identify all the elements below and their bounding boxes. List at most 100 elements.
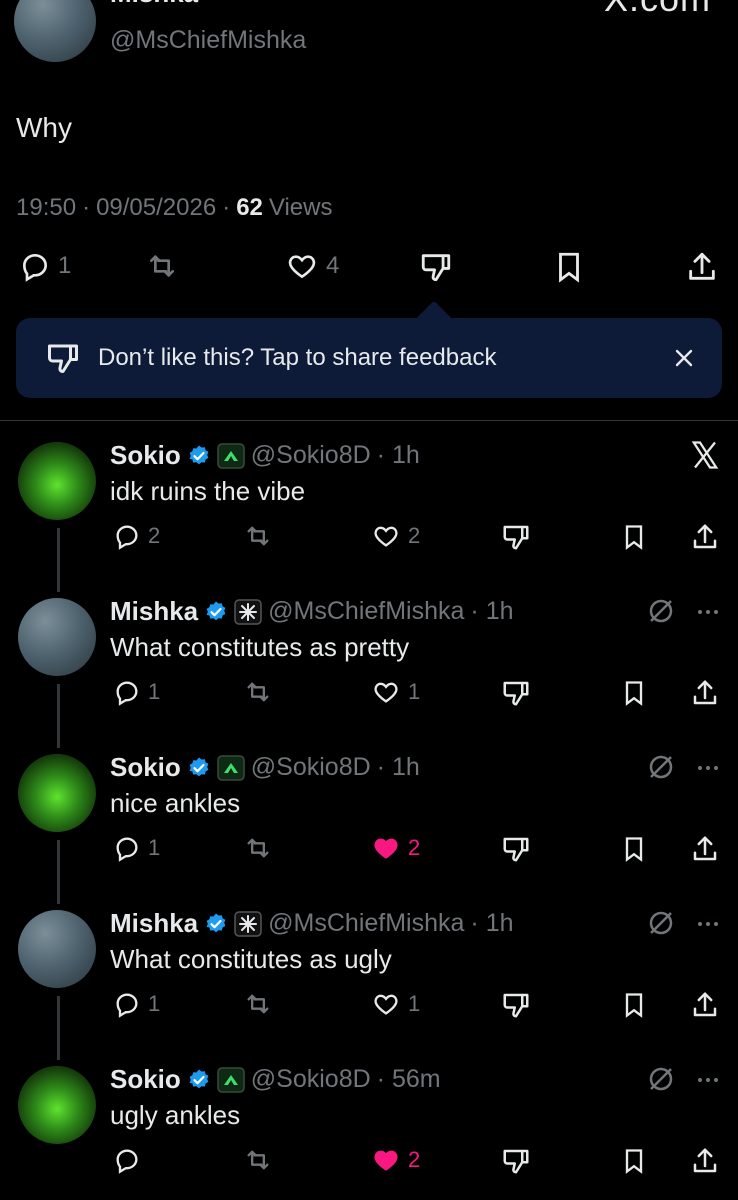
like-button[interactable]: 2 [370, 522, 420, 550]
sokio-badge-icon [217, 754, 245, 781]
muted-icon[interactable] [646, 752, 676, 782]
reply-avatar[interactable] [18, 1066, 96, 1144]
verified-badge-icon [187, 756, 211, 780]
sokio-badge-icon [217, 1066, 245, 1093]
bookmark-icon [620, 834, 648, 864]
muted-icon[interactable] [646, 1064, 676, 1094]
reply-item[interactable]: Sokio @Sokio8D · 1h nice ankles 1 2 [0, 752, 738, 892]
reply-time[interactable]: · 1h [470, 597, 513, 626]
like-button[interactable]: 2 [370, 1146, 420, 1174]
dislike-button[interactable] [500, 522, 532, 552]
reply-time[interactable]: · 1h [377, 441, 420, 470]
muted-icon[interactable] [646, 596, 676, 626]
reply-avatar[interactable] [18, 598, 96, 676]
main-tweet-avatar[interactable] [14, 0, 96, 62]
reply-button[interactable]: 1 [112, 834, 160, 862]
reply-item[interactable]: Mishka @MsChiefMishka · 1h What constitutes… [0, 596, 738, 736]
reply-button[interactable] [112, 1146, 148, 1174]
reply-avatar[interactable] [18, 442, 96, 520]
views-count: 62 [236, 194, 263, 221]
main-like-button[interactable]: 4 [284, 250, 339, 282]
retweet-button[interactable] [242, 522, 274, 550]
dislike-button[interactable] [500, 834, 532, 864]
retweet-icon [242, 678, 274, 706]
reply-icon [112, 1146, 142, 1174]
bookmark-button[interactable] [620, 678, 648, 708]
reply-avatar[interactable] [18, 754, 96, 832]
main-tweet-time[interactable]: 19:50 [16, 194, 76, 222]
more-options-icon[interactable] [696, 764, 720, 772]
thumbs-down-icon [500, 678, 532, 708]
more-options-icon[interactable] [696, 608, 720, 616]
reply-item[interactable]: Sokio @Sokio8D · 1h idk ruins the vibe 2 2 [0, 440, 738, 580]
reply-display-name[interactable]: Sokio [110, 440, 181, 471]
main-dislike-button[interactable] [418, 250, 454, 284]
reply-display-name[interactable]: Mishka [110, 908, 198, 939]
reply-icon [22, 253, 48, 282]
bookmark-button[interactable] [620, 1146, 648, 1176]
reply-button[interactable]: 2 [112, 522, 160, 550]
reply-handle[interactable]: @MsChiefMishka [268, 597, 464, 626]
like-button[interactable]: 1 [370, 678, 420, 706]
reply-display-name[interactable]: Mishka [110, 596, 198, 627]
main-tweet-text: Why [16, 112, 72, 143]
reply-time[interactable]: · 1h [377, 753, 420, 782]
reply-avatar[interactable] [18, 910, 96, 988]
retweet-button[interactable] [242, 1146, 274, 1174]
bookmark-button[interactable] [620, 522, 648, 552]
reply-item[interactable]: Mishka @MsChiefMishka · 1h What constitutes… [0, 908, 738, 1048]
reply-button[interactable]: 1 [112, 678, 160, 706]
main-reply-button[interactable]: 1 [18, 250, 71, 282]
main-bookmark-button[interactable] [552, 250, 586, 284]
dislike-button[interactable] [500, 678, 532, 708]
retweet-button[interactable] [242, 678, 274, 706]
like-count: 2 [408, 835, 421, 860]
verified-badge-icon [187, 1068, 211, 1092]
reply-handle[interactable]: @Sokio8D [251, 1065, 371, 1094]
feedback-banner[interactable]: Don’t like this? Tap to share feedback [16, 318, 722, 398]
share-button[interactable] [690, 678, 720, 708]
share-icon [690, 990, 720, 1020]
reply-text: nice ankles [110, 788, 241, 818]
main-like-count: 4 [326, 252, 340, 279]
share-button[interactable] [690, 834, 720, 864]
main-share-button[interactable] [684, 250, 720, 284]
muted-icon[interactable] [646, 908, 676, 938]
like-button[interactable]: 1 [370, 990, 420, 1018]
share-button[interactable] [690, 522, 720, 552]
heart-icon [370, 1146, 402, 1174]
retweet-icon [242, 834, 274, 862]
main-tweet-date[interactable]: 09/05/2026 [96, 194, 216, 222]
meta-separator: · [82, 194, 91, 221]
thumbs-down-icon [500, 834, 532, 864]
main-tweet-display-name[interactable]: Mishka [110, 0, 198, 9]
bookmark-button[interactable] [620, 990, 648, 1020]
reply-handle[interactable]: @Sokio8D [251, 753, 371, 782]
reply-count: 1 [148, 679, 161, 704]
reply-header: Mishka @MsChiefMishka · 1h [110, 596, 514, 627]
retweet-button[interactable] [242, 834, 274, 862]
like-button[interactable]: 2 [370, 834, 420, 862]
share-button[interactable] [690, 990, 720, 1020]
mishka-badge-icon [234, 910, 262, 937]
main-retweet-button[interactable] [144, 250, 180, 282]
share-button[interactable] [690, 1146, 720, 1176]
bookmark-button[interactable] [620, 834, 648, 864]
reply-handle[interactable]: @MsChiefMishka [268, 909, 464, 938]
main-tweet-handle[interactable]: @MsChiefMishka [110, 26, 306, 55]
like-count: 2 [408, 1147, 421, 1172]
retweet-button[interactable] [242, 990, 274, 1018]
more-options-icon[interactable] [696, 1076, 720, 1084]
reply-time[interactable]: · 1h [470, 909, 513, 938]
more-options-icon[interactable] [696, 920, 720, 928]
verified-badge-icon [204, 912, 228, 936]
reply-item[interactable]: Sokio @Sokio8D · 56m ugly ankles 2 [0, 1064, 738, 1200]
reply-time[interactable]: · 56m [377, 1065, 441, 1094]
reply-handle[interactable]: @Sokio8D [251, 441, 371, 470]
reply-button[interactable]: 1 [112, 990, 160, 1018]
dislike-button[interactable] [500, 990, 532, 1020]
dislike-button[interactable] [500, 1146, 532, 1176]
close-icon[interactable] [672, 346, 696, 370]
reply-display-name[interactable]: Sokio [110, 1064, 181, 1095]
reply-display-name[interactable]: Sokio [110, 752, 181, 783]
